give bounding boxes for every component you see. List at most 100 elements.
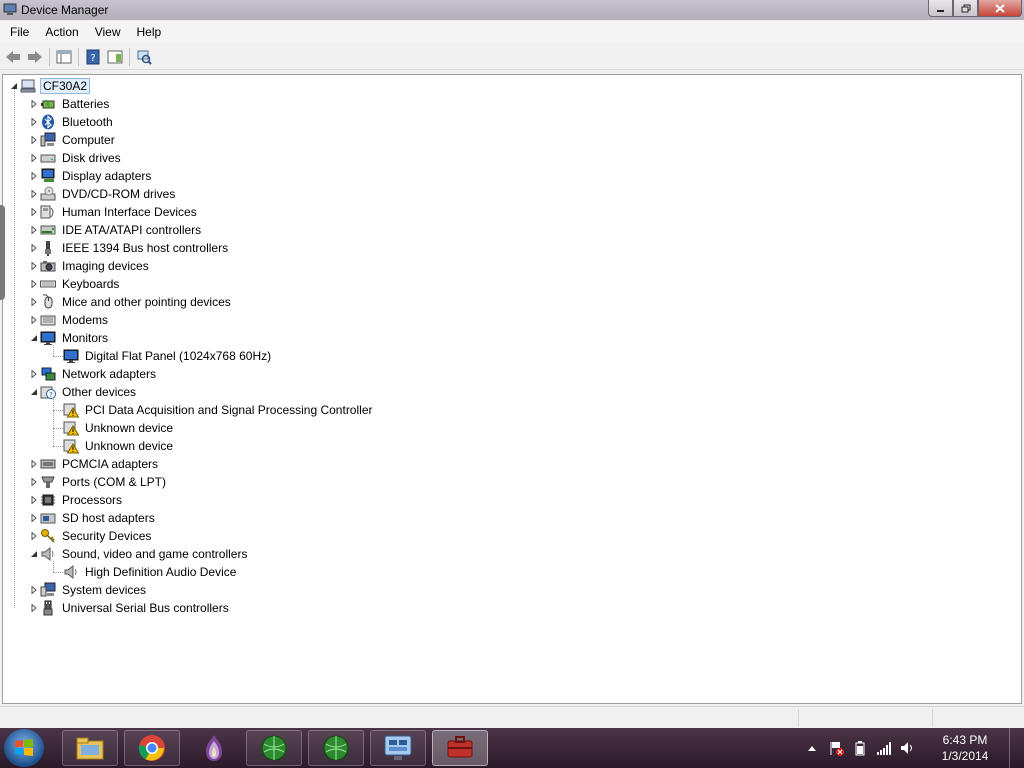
category-label[interactable]: Computer: [60, 132, 117, 148]
device-category-row[interactable]: Monitors: [29, 329, 110, 347]
expand-toggle[interactable]: [29, 136, 38, 145]
expand-toggle[interactable]: [29, 172, 38, 181]
taskbar-app-globe-2[interactable]: [308, 730, 364, 766]
device-category-row[interactable]: Sound, video and game controllers: [29, 545, 249, 563]
expand-toggle[interactable]: [29, 460, 38, 469]
device-row[interactable]: High Definition Audio Device: [51, 563, 238, 581]
collapse-toggle[interactable]: [29, 334, 38, 343]
expand-toggle[interactable]: [29, 514, 38, 523]
category-label[interactable]: Other devices: [60, 384, 138, 400]
collapse-toggle[interactable]: [29, 550, 38, 559]
expand-toggle[interactable]: [29, 190, 38, 199]
device-category-row[interactable]: Modems: [29, 311, 110, 329]
menu-view[interactable]: View: [87, 21, 129, 43]
taskbar-app-globe-1[interactable]: [246, 730, 302, 766]
device-category-row[interactable]: DVD/CD-ROM drives: [29, 185, 177, 203]
category-label[interactable]: DVD/CD-ROM drives: [60, 186, 177, 202]
device-row[interactable]: Unknown device: [51, 437, 175, 455]
device-label[interactable]: PCI Data Acquisition and Signal Processi…: [83, 402, 374, 418]
category-label[interactable]: SD host adapters: [60, 510, 157, 526]
device-category-row[interactable]: Network adapters: [29, 365, 158, 383]
device-category-row[interactable]: Bluetooth: [29, 113, 115, 131]
forward-button[interactable]: [24, 46, 46, 68]
device-category-row[interactable]: Keyboards: [29, 275, 121, 293]
help-button[interactable]: ?: [82, 46, 104, 68]
category-label[interactable]: Security Devices: [60, 528, 153, 544]
show-hide-console-tree-button[interactable]: [53, 46, 75, 68]
properties-button[interactable]: [104, 46, 126, 68]
title-bar[interactable]: Device Manager: [0, 0, 1024, 20]
device-tree[interactable]: CF30A2 Batteries Bluetooth Computer Disk dr…: [2, 74, 1022, 704]
category-label[interactable]: System devices: [60, 582, 148, 598]
device-category-row[interactable]: Display adapters: [29, 167, 153, 185]
taskbar-chrome[interactable]: [124, 730, 180, 766]
expand-toggle[interactable]: [29, 478, 38, 487]
taskbar-control-panel[interactable]: [370, 730, 426, 766]
expand-toggle[interactable]: [29, 604, 38, 613]
device-row[interactable]: Unknown device: [51, 419, 175, 437]
device-category-row[interactable]: Imaging devices: [29, 257, 151, 275]
category-label[interactable]: Human Interface Devices: [60, 204, 199, 220]
device-category-row[interactable]: IEEE 1394 Bus host controllers: [29, 239, 230, 257]
device-row[interactable]: PCI Data Acquisition and Signal Processi…: [51, 401, 374, 419]
network-tray-icon[interactable]: [876, 740, 892, 756]
expand-toggle[interactable]: [29, 244, 38, 253]
device-category-row[interactable]: Computer: [29, 131, 117, 149]
expand-toggle[interactable]: [29, 298, 38, 307]
taskbar-tor-browser[interactable]: [186, 730, 242, 766]
category-label[interactable]: Imaging devices: [60, 258, 151, 274]
expand-toggle[interactable]: [29, 154, 38, 163]
device-category-row[interactable]: PCMCIA adapters: [29, 455, 160, 473]
device-label[interactable]: Unknown device: [83, 420, 175, 436]
scan-hardware-changes-button[interactable]: [133, 46, 155, 68]
menu-help[interactable]: Help: [129, 21, 170, 43]
category-label[interactable]: IEEE 1394 Bus host controllers: [60, 240, 230, 256]
expand-toggle[interactable]: [29, 262, 38, 271]
expand-toggle[interactable]: [29, 496, 38, 505]
device-label[interactable]: Digital Flat Panel (1024x768 60Hz): [83, 348, 273, 364]
device-category-row[interactable]: Ports (COM & LPT): [29, 473, 168, 491]
show-hidden-icons-button[interactable]: [804, 740, 820, 756]
category-label[interactable]: Network adapters: [60, 366, 158, 382]
expand-toggle[interactable]: [29, 370, 38, 379]
menu-action[interactable]: Action: [37, 21, 86, 43]
volume-tray-icon[interactable]: [900, 740, 916, 756]
back-button[interactable]: [2, 46, 24, 68]
action-center-icon[interactable]: [828, 740, 844, 756]
category-label[interactable]: Display adapters: [60, 168, 153, 184]
category-label[interactable]: Universal Serial Bus controllers: [60, 600, 231, 616]
device-category-row[interactable]: Processors: [29, 491, 124, 509]
tree-root-row[interactable]: CF30A2: [9, 77, 91, 95]
category-label[interactable]: IDE ATA/ATAPI controllers: [60, 222, 203, 238]
device-category-row[interactable]: Mice and other pointing devices: [29, 293, 233, 311]
category-label[interactable]: Disk drives: [60, 150, 123, 166]
tree-root-label[interactable]: CF30A2: [40, 78, 91, 94]
close-button[interactable]: [978, 0, 1022, 17]
device-category-row[interactable]: System devices: [29, 581, 148, 599]
taskbar-file-explorer[interactable]: [62, 730, 118, 766]
expand-toggle[interactable]: [29, 532, 38, 541]
category-label[interactable]: Monitors: [60, 330, 110, 346]
taskbar-device-manager[interactable]: [432, 730, 488, 766]
expand-toggle[interactable]: [29, 586, 38, 595]
menu-file[interactable]: File: [2, 21, 37, 43]
device-category-row[interactable]: IDE ATA/ATAPI controllers: [29, 221, 203, 239]
category-label[interactable]: PCMCIA adapters: [60, 456, 160, 472]
taskbar-clock[interactable]: 6:43 PM 1/3/2014: [930, 732, 1000, 764]
category-label[interactable]: Processors: [60, 492, 124, 508]
start-button[interactable]: [4, 729, 44, 767]
category-label[interactable]: Sound, video and game controllers: [60, 546, 249, 562]
device-category-row[interactable]: Batteries: [29, 95, 111, 113]
category-label[interactable]: Batteries: [60, 96, 111, 112]
expand-toggle[interactable]: [29, 280, 38, 289]
category-label[interactable]: Modems: [60, 312, 110, 328]
expand-toggle[interactable]: [29, 118, 38, 127]
device-category-row[interactable]: Human Interface Devices: [29, 203, 199, 221]
battery-tray-icon[interactable]: [852, 740, 868, 756]
device-category-row[interactable]: Universal Serial Bus controllers: [29, 599, 231, 617]
device-row[interactable]: Digital Flat Panel (1024x768 60Hz): [51, 347, 273, 365]
expand-toggle[interactable]: [29, 316, 38, 325]
collapse-toggle[interactable]: [29, 388, 38, 397]
device-category-row[interactable]: Disk drives: [29, 149, 123, 167]
device-category-row[interactable]: ? Other devices: [29, 383, 138, 401]
